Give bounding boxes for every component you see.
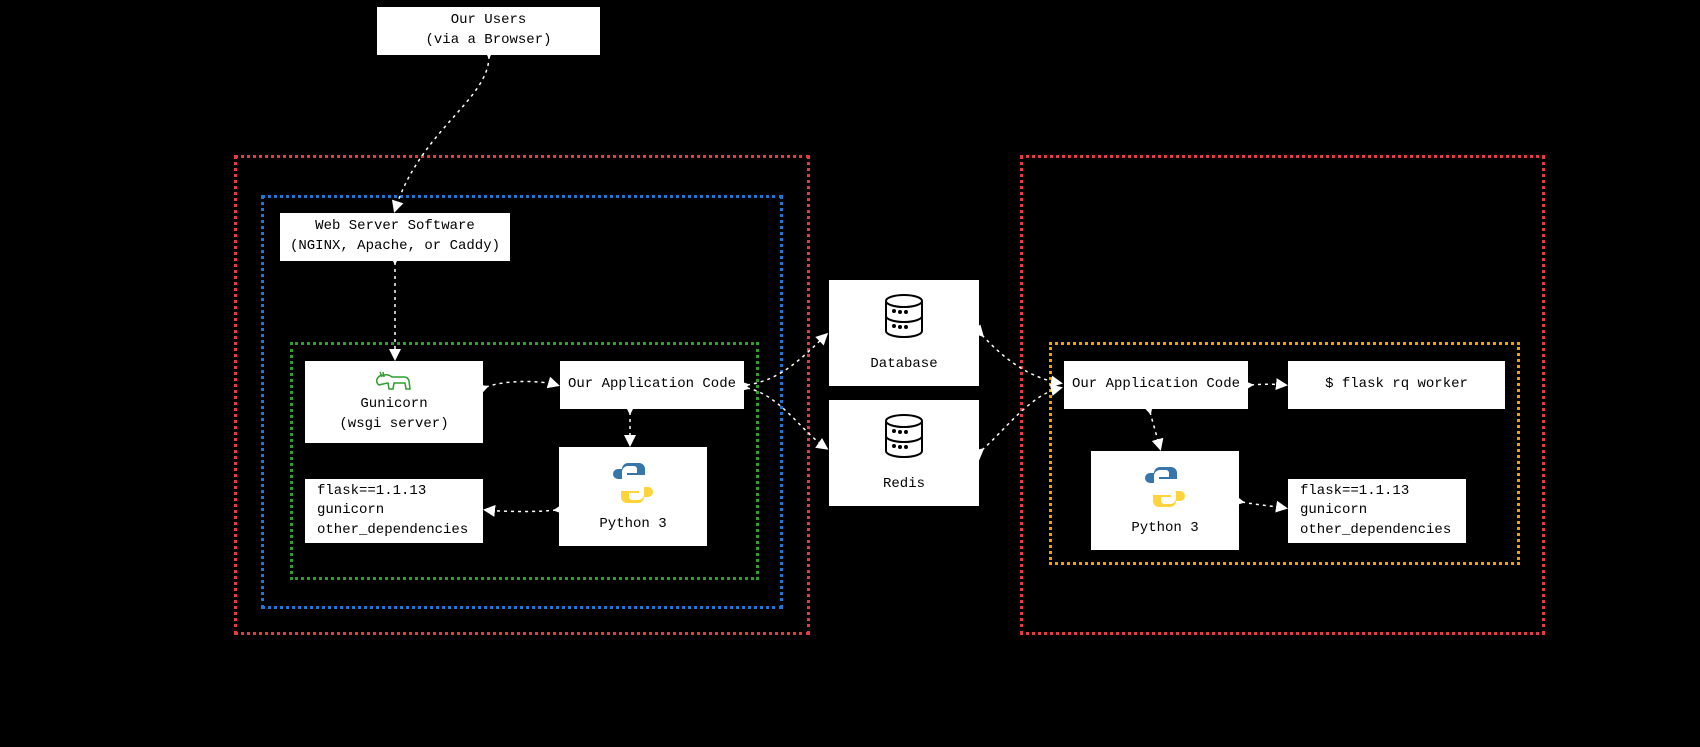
deps-l1: flask==1.1.13 [317,482,426,502]
webserver-box: Web Server Software (NGINX, Apache, or C… [279,212,511,262]
appcode-right: Our Application Code [1063,360,1249,410]
webserver-l1: Web Server Software [315,217,475,237]
deps-left: flask==1.1.13 gunicorn other_dependencie… [304,478,484,544]
python-left: Python 3 [558,446,708,547]
gunicorn-icon [374,369,414,395]
gunicorn-box: Gunicorn (wsgi server) [304,360,484,444]
appcode-left: Our Application Code [559,360,745,410]
users-line2: (via a Browser) [425,31,551,51]
deps-r2: gunicorn [1300,501,1367,521]
python-icon-right [1141,463,1189,519]
database-label: Database [870,355,937,375]
gunicorn-name: Gunicorn [360,395,427,415]
deps-l2: gunicorn [317,501,384,521]
appcode-right-label: Our Application Code [1072,375,1240,395]
python-left-label: Python 3 [599,515,666,535]
database-icon [876,291,932,355]
worker-cmd-label: $ flask rq worker [1325,375,1468,395]
redis-icon [876,411,932,475]
python-right: Python 3 [1090,450,1240,551]
users-box: Our Users (via a Browser) [376,6,601,56]
database-box: Database [828,279,980,387]
redis-label: Redis [883,475,925,495]
gunicorn-sub: (wsgi server) [339,415,448,435]
deps-r1: flask==1.1.13 [1300,482,1409,502]
python-icon [609,459,657,515]
deps-r3: other_dependencies [1300,521,1451,541]
deps-l3: other_dependencies [317,521,468,541]
worker-cmd-box: $ flask rq worker [1287,360,1506,410]
deps-right: flask==1.1.13 gunicorn other_dependencie… [1287,478,1467,544]
webserver-l2: (NGINX, Apache, or Caddy) [290,237,500,257]
redis-box: Redis [828,399,980,507]
python-right-label: Python 3 [1131,519,1198,539]
appcode-left-label: Our Application Code [568,375,736,395]
users-line1: Our Users [451,11,527,31]
